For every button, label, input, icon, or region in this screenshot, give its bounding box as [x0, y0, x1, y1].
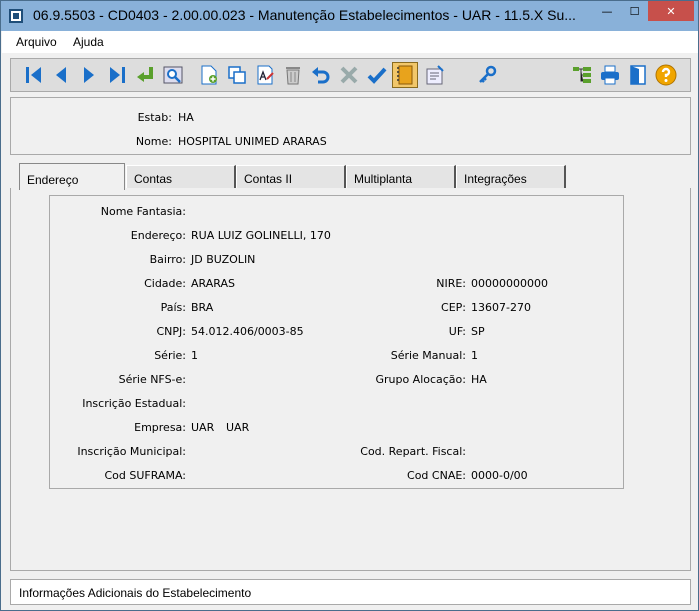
next-record-button[interactable]: [76, 62, 102, 88]
cep-label: CEP:: [441, 301, 466, 314]
copy-icon: [228, 66, 246, 84]
nire-value[interactable]: 00000000000: [471, 277, 548, 290]
empresa-label: Empresa:: [134, 421, 186, 434]
report-button[interactable]: [422, 62, 448, 88]
cod-cnae-value[interactable]: 0000-0/00: [471, 469, 528, 482]
notebook-button[interactable]: [392, 62, 418, 88]
cidade-value[interactable]: ARARAS: [191, 277, 235, 290]
cnpj-value[interactable]: 54.012.406/0003-85: [191, 325, 304, 338]
delete-button[interactable]: [280, 62, 306, 88]
cnpj-label: CNPJ:: [156, 325, 187, 338]
print-icon: [601, 65, 619, 85]
nome-value[interactable]: HOSPITAL UNIMED ARARAS: [178, 135, 327, 148]
toolbar: [10, 58, 691, 92]
cod-suframa-label: Cod SUFRAMA:: [104, 469, 186, 482]
endereco-label: Endereço:: [130, 229, 186, 242]
hierarchy-icon: [573, 67, 591, 83]
undo-button[interactable]: [308, 62, 334, 88]
empresa-value[interactable]: UAR: [191, 421, 214, 434]
edit-button[interactable]: [252, 62, 278, 88]
serie-manual-value[interactable]: 1: [471, 349, 478, 362]
tab-contas-ii[interactable]: Contas II: [236, 165, 346, 188]
app-window: 06.9.5503 - CD0403 - 2.00.00.023 - Manut…: [0, 0, 699, 611]
search-button[interactable]: [160, 62, 186, 88]
cod-cnae-label: Cod CNAE:: [407, 469, 466, 482]
add-icon: [201, 65, 217, 85]
endereco-form: Nome Fantasia: Endereço: RUA LUIZ GOLINE…: [49, 195, 624, 489]
window-title: 06.9.5503 - CD0403 - 2.00.00.023 - Manut…: [33, 7, 576, 23]
cod-repart-fiscal-label: Cod. Repart. Fiscal:: [360, 445, 466, 458]
pais-label: País:: [160, 301, 186, 314]
menu-arquivo[interactable]: Arquivo: [16, 35, 57, 49]
empresa-description: UAR: [226, 421, 250, 434]
bairro-value[interactable]: JD BUZOLIN: [191, 253, 255, 266]
nome-label: Nome:: [135, 135, 172, 148]
grupo-alocacao-label: Grupo Alocação:: [375, 373, 466, 386]
minimize-button[interactable]: —: [593, 1, 621, 21]
first-record-icon: [26, 67, 41, 83]
nire-label: NIRE:: [436, 277, 466, 290]
previous-record-button[interactable]: [48, 62, 74, 88]
menu-bar: Arquivo Ajuda: [2, 31, 698, 53]
header-panel: Estab: HA Nome: HOSPITAL UNIMED ARARAS: [10, 97, 691, 155]
first-record-button[interactable]: [21, 62, 47, 88]
undo-icon: [312, 67, 330, 84]
status-text: Informações Adicionais do Estabeleciment…: [19, 586, 252, 600]
estab-label: Estab:: [137, 111, 172, 124]
copy-button[interactable]: [224, 62, 250, 88]
serie-label: Série:: [154, 349, 186, 362]
tab-endereco[interactable]: Endereço: [19, 163, 125, 190]
help-button[interactable]: [653, 62, 679, 88]
inscricao-estadual-label: Inscrição Estadual:: [82, 397, 186, 410]
key-icon: [479, 65, 497, 83]
inscricao-municipal-label: Inscrição Municipal:: [77, 445, 186, 458]
maximize-button[interactable]: ☐: [621, 1, 648, 21]
help-icon: [655, 64, 677, 86]
app-icon: [9, 9, 23, 23]
serie-nfse-label: Série NFS-e:: [118, 373, 186, 386]
uf-value[interactable]: SP: [471, 325, 485, 338]
cep-value[interactable]: 13607-270: [471, 301, 531, 314]
cancel-icon: [340, 66, 358, 84]
key-button[interactable]: [474, 62, 500, 88]
add-button[interactable]: [196, 62, 222, 88]
cidade-label: Cidade:: [144, 277, 186, 290]
estab-value[interactable]: HA: [178, 111, 194, 124]
search-icon: [163, 66, 183, 84]
report-icon: [426, 65, 444, 85]
last-record-icon: [110, 67, 125, 83]
grupo-alocacao-value[interactable]: HA: [471, 373, 487, 386]
tab-contas[interactable]: Contas: [126, 165, 236, 188]
goto-button[interactable]: [132, 62, 158, 88]
close-button[interactable]: ✕: [648, 1, 694, 21]
exit-button[interactable]: [625, 62, 651, 88]
uf-label: UF:: [448, 325, 466, 338]
tab-multiplanta[interactable]: Multiplanta: [346, 165, 456, 188]
menu-ajuda[interactable]: Ajuda: [73, 35, 104, 49]
title-bar: 06.9.5503 - CD0403 - 2.00.00.023 - Manut…: [1, 1, 698, 31]
exit-icon: [630, 65, 646, 85]
last-record-button[interactable]: [104, 62, 130, 88]
pais-value[interactable]: BRA: [191, 301, 213, 314]
next-record-icon: [84, 67, 94, 83]
endereco-value[interactable]: RUA LUIZ GOLINELLI, 170: [191, 229, 331, 242]
tab-strip: Endereço Contas Contas II Multiplanta In…: [15, 163, 575, 190]
hierarchy-button[interactable]: [569, 62, 595, 88]
status-bar: Informações Adicionais do Estabeleciment…: [10, 579, 691, 605]
bairro-label: Bairro:: [149, 253, 186, 266]
notebook-icon: [397, 65, 413, 85]
serie-manual-label: Série Manual:: [390, 349, 466, 362]
confirm-icon: [367, 67, 387, 84]
edit-icon: [257, 65, 274, 85]
delete-icon: [286, 67, 300, 85]
tab-integracoes[interactable]: Integrações: [456, 165, 566, 188]
confirm-button[interactable]: [364, 62, 390, 88]
serie-value[interactable]: 1: [191, 349, 198, 362]
cancel-button[interactable]: [336, 62, 362, 88]
previous-record-icon: [56, 67, 66, 83]
goto-icon: [137, 67, 153, 82]
print-button[interactable]: [597, 62, 623, 88]
nome-fantasia-label: Nome Fantasia:: [100, 205, 186, 218]
